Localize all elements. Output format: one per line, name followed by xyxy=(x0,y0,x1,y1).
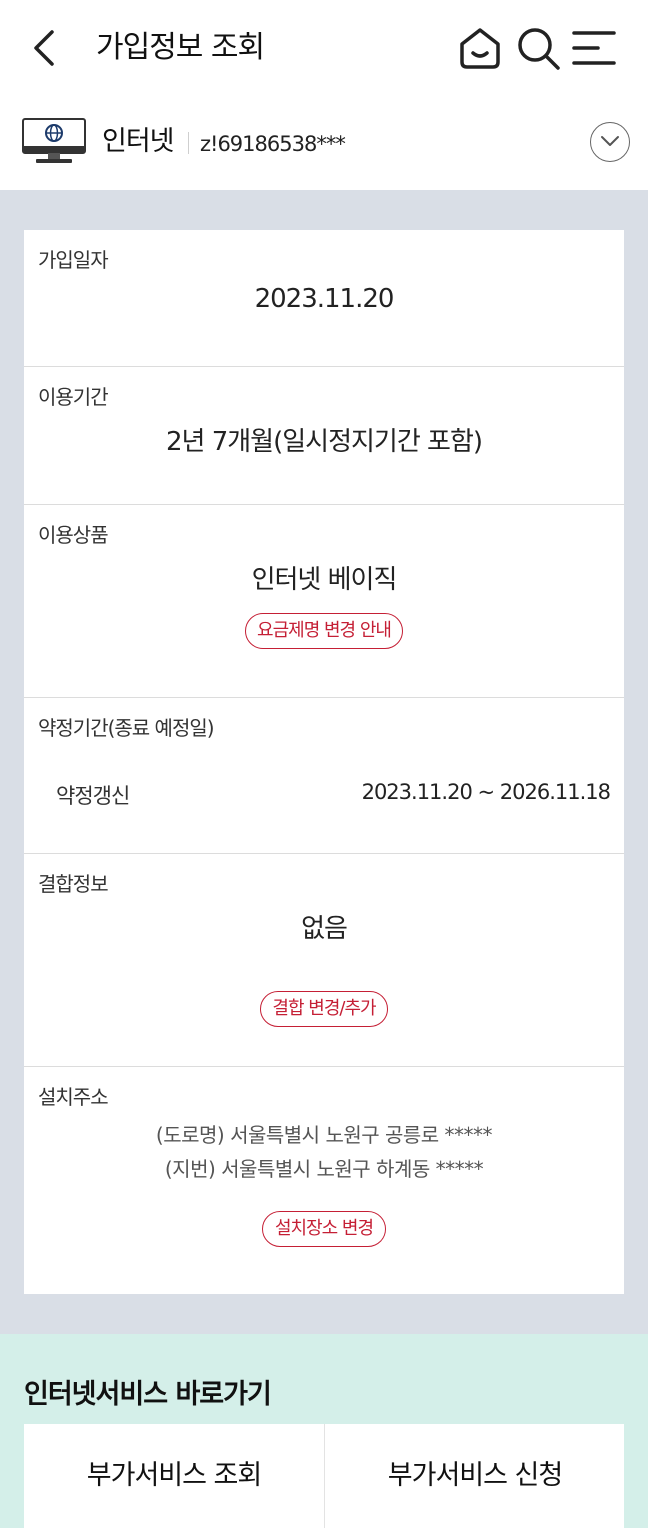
menu-button[interactable] xyxy=(570,24,620,72)
contract-period: 2023.11.20 ~ 2026.11.18 xyxy=(361,780,611,804)
plan-label: 이용상품 xyxy=(38,523,109,547)
chevron-left-icon xyxy=(34,30,54,66)
search-button[interactable] xyxy=(514,24,562,72)
plan-value: 인터넷 베이직 xyxy=(251,565,398,595)
bundle-row: 결합정보 없음 결합 변경/추가 xyxy=(24,854,624,1067)
addon-service-apply-button[interactable]: 부가서비스 신청 xyxy=(325,1424,625,1528)
info-card: 가입일자 2023.11.20 이용기간 2년 7개월(일시정지기간 포함) 이… xyxy=(24,230,624,1294)
subscription-info-section: 가입일자 2023.11.20 이용기간 2년 7개월(일시정지기간 포함) 이… xyxy=(0,190,648,1334)
road-address: (도로명) 서울특별시 노원구 공릉로 ***** xyxy=(155,1123,493,1147)
address-row: 설치주소 (도로명) 서울특별시 노원구 공릉로 ***** (지번) 서울특별… xyxy=(24,1067,624,1294)
contract-type: 약정갱신 xyxy=(56,784,130,808)
plan-row: 이용상품 인터넷 베이직 요금제명 변경 안내 xyxy=(24,505,624,698)
join-date-value: 2023.11.20 xyxy=(254,284,395,314)
section-title: 인터넷서비스 바로가기 xyxy=(24,1379,272,1410)
app-header: 가입정보 조회 xyxy=(0,0,648,96)
usage-period-label: 이용기간 xyxy=(38,385,109,409)
shortcut-buttons: 부가서비스 조회 부가서비스 신청 xyxy=(24,1424,624,1528)
computer-monitor-icon xyxy=(22,118,86,163)
join-date-label: 가입일자 xyxy=(38,248,109,272)
product-expand-button[interactable] xyxy=(590,122,630,162)
hamburger-menu-icon xyxy=(572,31,616,65)
contract-row: 약정기간(종료 예정일) 약정갱신 2023.11.20 ~ 2026.11.1… xyxy=(24,698,624,854)
bundle-label: 결합정보 xyxy=(38,872,109,896)
usage-period-value: 2년 7개월(일시정지기간 포함) xyxy=(165,427,483,457)
internet-service-shortcuts: 인터넷서비스 바로가기 부가서비스 조회 부가서비스 신청 xyxy=(0,1334,648,1528)
lot-address: (지번) 서울특별시 노원구 하계동 ***** xyxy=(164,1157,484,1181)
contract-label: 약정기간(종료 예정일) xyxy=(38,716,215,740)
install-location-change-button[interactable]: 설치장소 변경 xyxy=(262,1211,386,1247)
page-title: 가입정보 조회 xyxy=(96,30,265,65)
product-id: z!69186538*** xyxy=(200,132,346,156)
bundle-value: 없음 xyxy=(301,914,348,944)
plan-name-change-info-button[interactable]: 요금제명 변경 안내 xyxy=(245,613,403,649)
join-date-row: 가입일자 2023.11.20 xyxy=(24,230,624,367)
address-label: 설치주소 xyxy=(38,1085,109,1109)
home-button[interactable] xyxy=(456,24,504,72)
usage-period-row: 이용기간 2년 7개월(일시정지기간 포함) xyxy=(24,367,624,505)
addon-service-inquiry-button[interactable]: 부가서비스 조회 xyxy=(24,1424,324,1528)
back-button[interactable] xyxy=(26,26,66,70)
home-icon xyxy=(460,28,500,69)
product-selector: 인터넷 z!69186538*** xyxy=(0,96,648,190)
product-name: 인터넷 xyxy=(102,126,175,157)
chevron-down-icon xyxy=(601,136,619,146)
bundle-change-button[interactable]: 결합 변경/추가 xyxy=(260,991,388,1027)
search-icon xyxy=(518,28,560,70)
divider xyxy=(188,132,189,154)
